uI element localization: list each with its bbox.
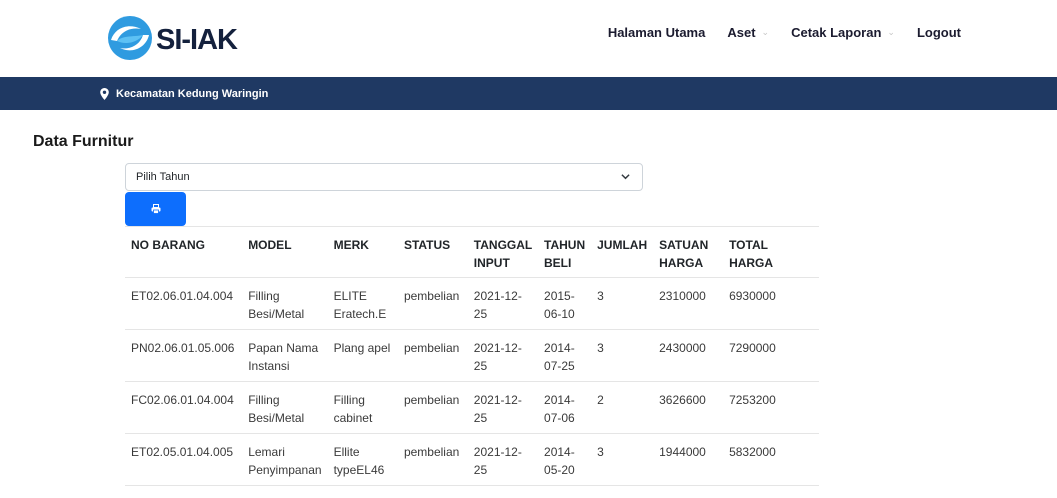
cell-status: pembelian [397, 277, 468, 330]
table-row: ET02.06.01.04.004 Filling Besi/Metal ELI… [125, 277, 819, 330]
cell-model: Filling Besi/Metal [242, 277, 328, 330]
cell-tanggal-input: 2021-12-25 [467, 381, 539, 434]
cell-merk: Ellite typeEL46 [327, 433, 398, 486]
page-title: Data Furnitur [33, 133, 134, 150]
cell-model: Papan Nama Instansi [242, 329, 328, 382]
cell-model: Filling Besi/Metal [242, 381, 328, 434]
nav-cetak-laporan[interactable]: Cetak Laporan ⌄ [791, 25, 895, 40]
nav-logout[interactable]: Logout [917, 25, 961, 40]
main-nav: Halaman Utama Aset ⌄ Cetak Laporan ⌄ Log… [608, 0, 961, 65]
cell-total-harga: 5832000 [723, 433, 819, 486]
cell-tahun-beli: 2015-06-10 [538, 277, 592, 330]
nav-label: Halaman Utama [607, 25, 706, 40]
column-header: MODEL [242, 226, 328, 278]
logo-swirl-icon [108, 16, 152, 60]
column-header: JUMLAH [591, 226, 654, 278]
cell-merk: Plang apel [327, 329, 398, 382]
map-pin-icon [100, 87, 109, 100]
cell-no-barang: ET02.05.01.04.005 [125, 433, 243, 486]
cell-no-barang: ET02.06.01.04.004 [125, 277, 243, 330]
brand-name: SI-IAK [156, 23, 238, 56]
column-header: SATUAN HARGA [653, 226, 724, 278]
cell-total-harga: 7290000 [723, 329, 819, 382]
printer-icon [151, 204, 160, 214]
cell-status: pembelian [397, 381, 468, 434]
chevron-down-icon: ⌄ [887, 27, 895, 37]
chevron-down-icon [621, 174, 630, 180]
cell-satuan-harga: 1944000 [653, 433, 724, 486]
cell-total-harga: 6930000 [723, 277, 819, 330]
chevron-down-icon: ⌄ [761, 27, 770, 37]
year-select-value: Pilih Tahun [136, 171, 190, 183]
table-header-row: NO BARANG MODEL MERK STATUS TANGGAL INPU… [125, 226, 819, 278]
cell-tahun-beli: 2014-07-25 [538, 329, 592, 382]
furniture-table: NO BARANG MODEL MERK STATUS TANGGAL INPU… [125, 226, 819, 486]
column-header: STATUS [397, 226, 468, 278]
table-row: PN02.06.01.05.006 Papan Nama Instansi Pl… [125, 329, 819, 382]
cell-merk: Filling cabinet [327, 381, 398, 434]
nav-label: Logout [916, 25, 961, 40]
cell-status: pembelian [397, 433, 468, 486]
cell-tanggal-input: 2021-12-25 [467, 329, 539, 382]
nav-aset[interactable]: Aset ⌄ [727, 25, 769, 40]
cell-tahun-beli: 2014-05-20 [538, 433, 592, 486]
column-header: MERK [327, 226, 398, 278]
cell-status: pembelian [397, 329, 468, 382]
navbar: SI-IAK Halaman Utama Aset ⌄ Cetak Lapora… [0, 0, 1057, 77]
cell-no-barang: PN02.06.01.05.006 [125, 329, 243, 382]
table-row: FC02.06.01.04.004 Filling Besi/Metal Fil… [125, 381, 819, 434]
cell-satuan-harga: 2310000 [653, 277, 724, 330]
table-row: ET02.05.01.04.005 Lemari Penyimpanan Ell… [125, 433, 819, 486]
column-header: NO BARANG [125, 226, 243, 278]
print-button[interactable] [125, 192, 186, 226]
cell-merk: ELITE Eratech.E [327, 277, 398, 330]
location-bar: Kecamatan Kedung Waringin [0, 77, 1057, 110]
column-header: TAHUN BELI [538, 226, 592, 278]
column-header: TANGGAL INPUT [467, 226, 539, 278]
nav-label: Aset [727, 25, 756, 40]
cell-no-barang: FC02.06.01.04.004 [125, 381, 243, 434]
cell-jumlah: 3 [591, 433, 654, 486]
cell-model: Lemari Penyimpanan [242, 433, 328, 486]
cell-total-harga: 7253200 [723, 381, 819, 434]
brand-logo[interactable]: SI-IAK [105, 13, 255, 63]
year-select[interactable]: Pilih Tahun [125, 163, 643, 191]
cell-jumlah: 3 [591, 277, 654, 330]
cell-tanggal-input: 2021-12-25 [467, 277, 539, 330]
location-text: Kecamatan Kedung Waringin [116, 87, 269, 100]
cell-tahun-beli: 2014-07-06 [538, 381, 592, 434]
cell-jumlah: 2 [591, 381, 654, 434]
nav-halaman-utama[interactable]: Halaman Utama [608, 25, 706, 40]
cell-tanggal-input: 2021-12-25 [467, 433, 539, 486]
nav-label: Cetak Laporan [791, 25, 882, 40]
cell-satuan-harga: 3626600 [653, 381, 724, 434]
column-header: TOTAL HARGA [723, 226, 819, 278]
cell-jumlah: 3 [591, 329, 654, 382]
cell-satuan-harga: 2430000 [653, 329, 724, 382]
